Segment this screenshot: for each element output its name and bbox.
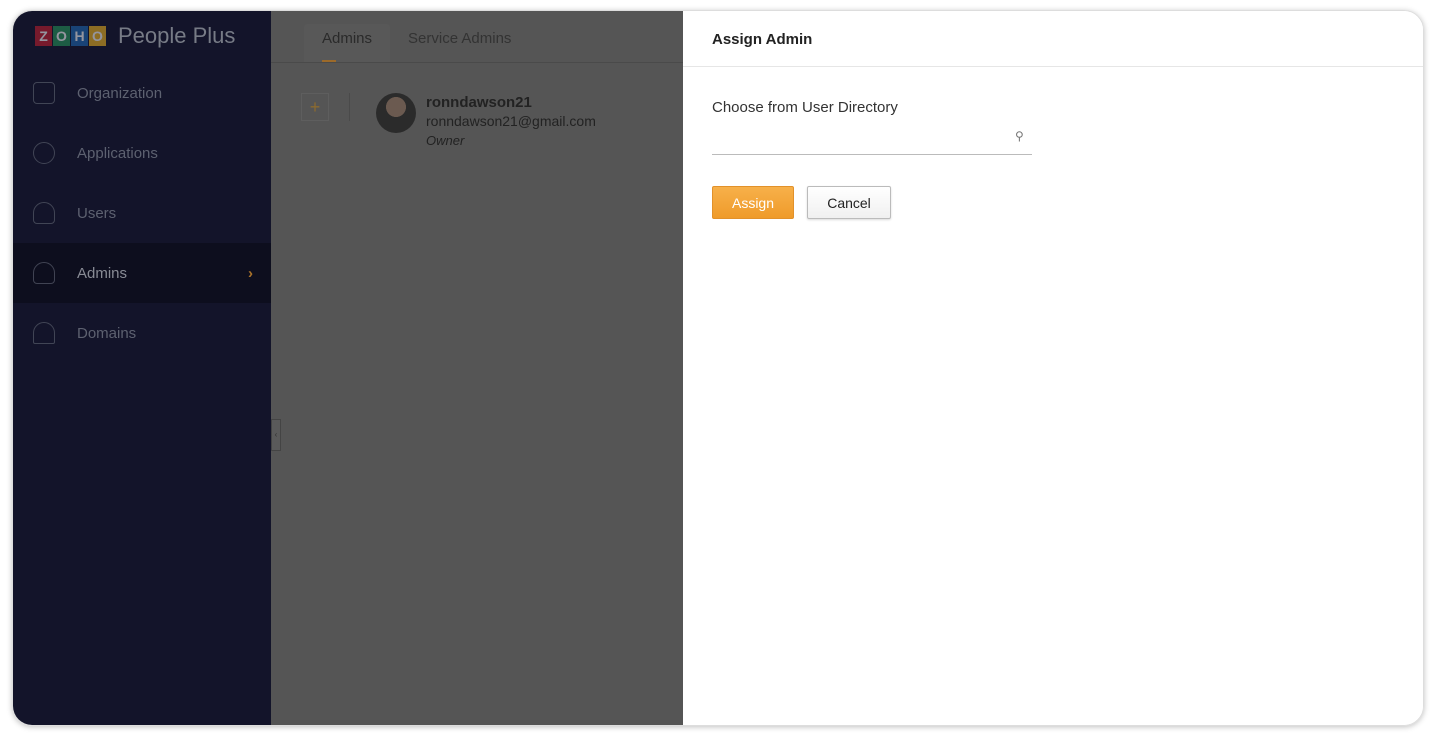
sidebar-item-label: Users bbox=[77, 204, 117, 222]
tab-service-admins[interactable]: Service Admins bbox=[390, 24, 529, 62]
admin-email: ronndawson21@gmail.com bbox=[426, 113, 596, 129]
brand-name: People Plus bbox=[118, 23, 236, 48]
user-icon bbox=[33, 202, 55, 224]
cancel-button[interactable]: Cancel bbox=[807, 186, 891, 219]
sidebar-item-organization[interactable]: Organization bbox=[13, 63, 271, 123]
admin-card: ronndawson21 ronndawson21@gmail.com Owne… bbox=[426, 93, 596, 150]
sidebar: Z O H O People Plus Organization Applica… bbox=[13, 11, 271, 725]
apps-grid-icon bbox=[33, 142, 55, 164]
user-directory-label: Choose from User Directory bbox=[712, 99, 898, 116]
assign-button[interactable]: Assign bbox=[712, 186, 794, 219]
building-icon bbox=[33, 82, 55, 104]
sidebar-item-label: Admins bbox=[77, 264, 128, 282]
tab-bar: Admins Service Admins bbox=[271, 11, 683, 63]
admin-icon bbox=[33, 262, 55, 284]
www-icon bbox=[33, 322, 55, 344]
sidebar-item-applications[interactable]: Applications bbox=[13, 123, 271, 183]
sidebar-item-label: Applications bbox=[77, 144, 158, 162]
sidebar-item-admins[interactable]: Admins › bbox=[13, 243, 271, 303]
tab-admins[interactable]: Admins bbox=[304, 24, 391, 62]
sidebar-item-label: Domains bbox=[77, 324, 137, 342]
collapse-sidebar-handle[interactable]: ‹ bbox=[271, 419, 281, 451]
assign-admin-panel: Assign Admin Choose from User Directory … bbox=[683, 11, 1423, 725]
logo-letter: O bbox=[89, 26, 106, 46]
add-admin-button[interactable]: + bbox=[301, 93, 329, 121]
sidebar-item-users[interactable]: Users bbox=[13, 183, 271, 243]
sidebar-nav: Organization Applications Users Admins › … bbox=[13, 63, 271, 363]
logo-letter: H bbox=[71, 26, 88, 46]
logo-letter: O bbox=[53, 26, 70, 46]
logo: Z O H O People Plus bbox=[35, 23, 235, 49]
sidebar-item-domains[interactable]: Domains bbox=[13, 303, 271, 363]
panel-title: Assign Admin bbox=[683, 11, 1423, 67]
divider bbox=[349, 93, 350, 121]
zoho-logo: Z O H O bbox=[35, 26, 106, 46]
admin-name: ronndawson21 bbox=[426, 94, 532, 111]
chevron-right-icon: › bbox=[248, 264, 253, 282]
logo-letter: Z bbox=[35, 26, 52, 46]
sidebar-item-label: Organization bbox=[77, 84, 163, 102]
user-search-icon[interactable]: ⚲ bbox=[1015, 129, 1024, 143]
avatar bbox=[376, 93, 416, 133]
app-window: Z O H O People Plus Organization Applica… bbox=[12, 10, 1424, 726]
admin-role: Owner bbox=[426, 133, 465, 148]
admins-content-overlay: Admins Service Admins + ronndawson21 ron… bbox=[271, 11, 683, 725]
user-directory-input[interactable] bbox=[712, 129, 1032, 155]
